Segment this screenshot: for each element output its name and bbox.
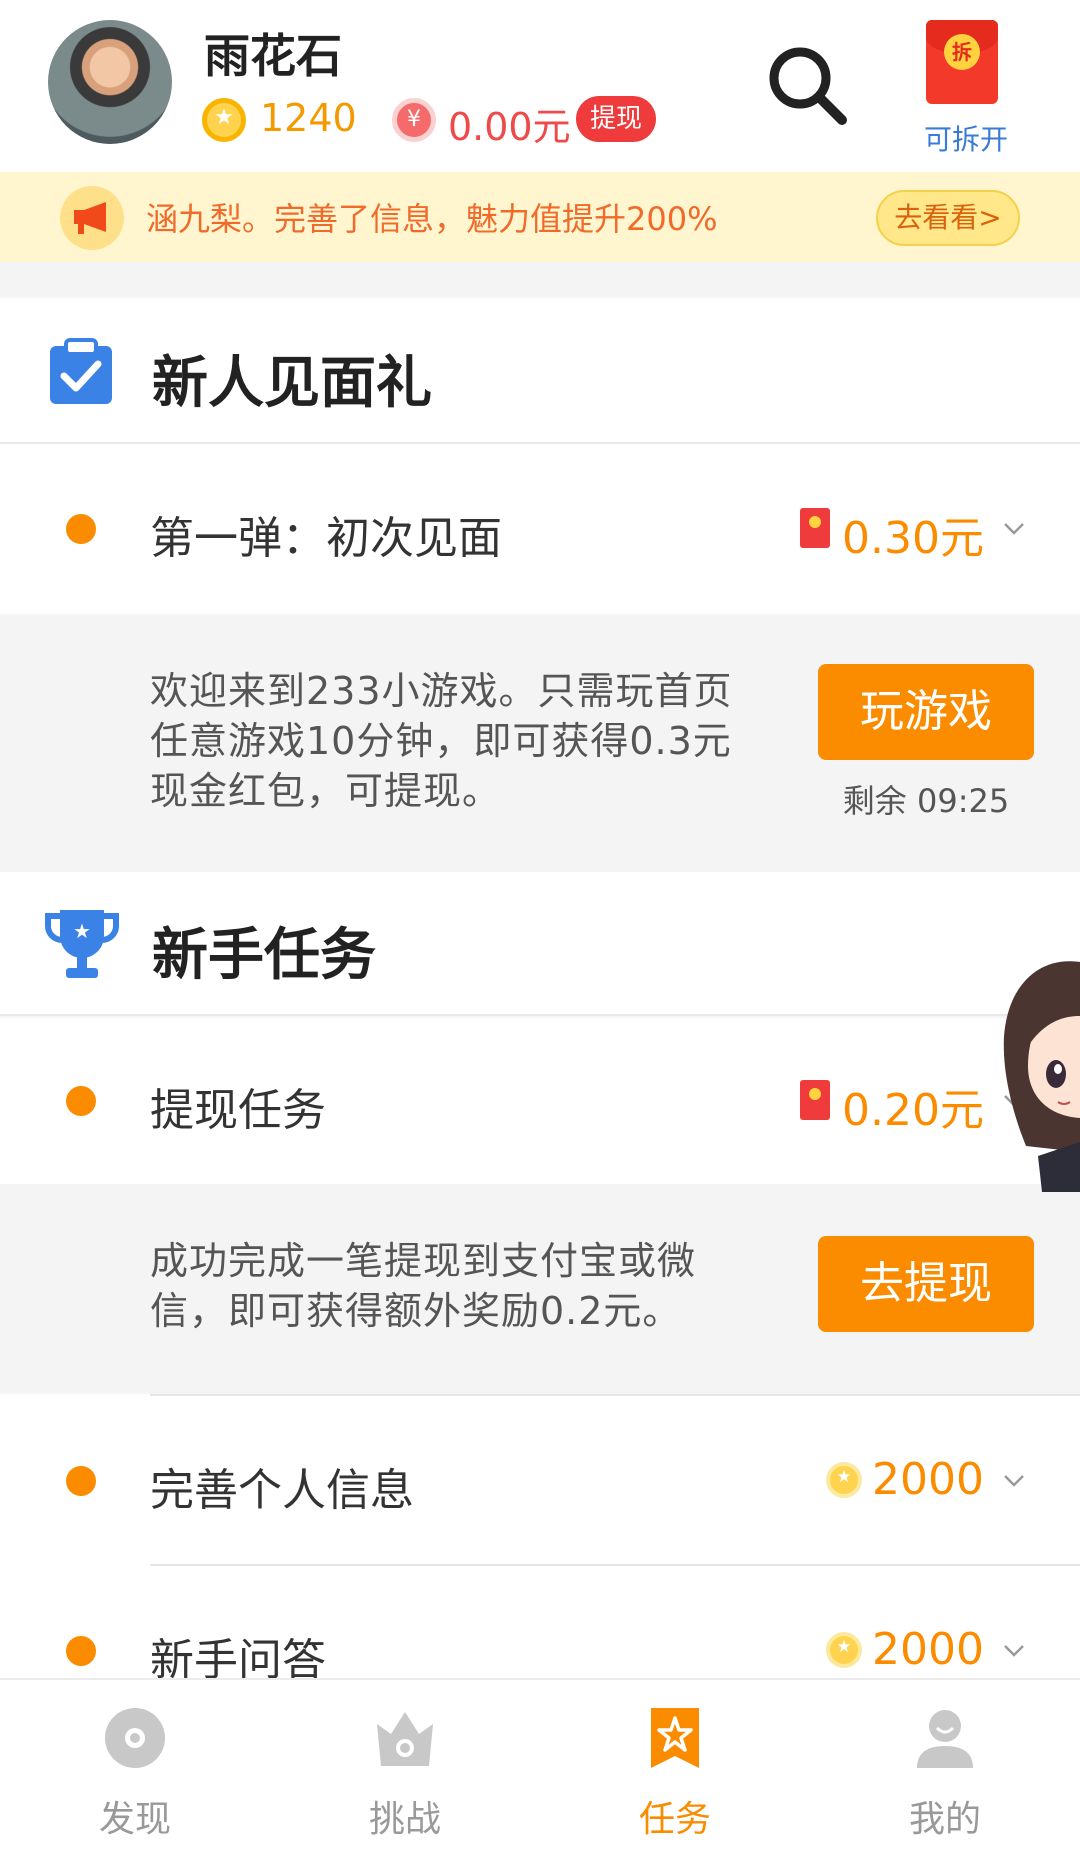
bullet-dot — [66, 514, 96, 544]
user-icon — [917, 1710, 973, 1768]
notice-text: 涵九梨。完善了信息，魅力值提升200% — [146, 200, 718, 238]
nav-tab-challenge[interactable]: 挑战 — [270, 1680, 540, 1858]
avatar[interactable] — [48, 20, 172, 144]
nav-label: 任务 — [638, 1799, 711, 1840]
coin-balance: 1240 — [260, 96, 357, 140]
task-detail-withdraw: 成功完成一笔提现到支付宝或微信，即可获得额外奖励0.2元。 去提现 — [0, 1184, 1080, 1394]
svg-text:★: ★ — [73, 919, 91, 943]
nav-tab-mine[interactable]: 我的 — [810, 1680, 1080, 1858]
nav-label: 挑战 — [368, 1799, 441, 1840]
task-reward: 2000 — [872, 1624, 984, 1675]
task-description: 欢迎来到233小游戏。只需玩首页任意游戏10分钟，即可获得0.3元现金红包，可提… — [150, 669, 733, 813]
task-reward: 0.30元 — [842, 513, 984, 564]
task-detail-first-meet: 欢迎来到233小游戏。只需玩首页任意游戏10分钟，即可获得0.3元现金红包，可提… — [0, 614, 1080, 870]
task-row-quiz[interactable]: 新手问答 2000 — [0, 1564, 1080, 1678]
section-header-newcomer-gift: 新人见面礼 — [0, 298, 1080, 444]
redpack-seal: 拆 — [944, 34, 980, 70]
chevron-down-icon[interactable] — [1002, 516, 1026, 540]
bullet-dot — [66, 1466, 96, 1496]
task-reward: 2000 — [872, 1454, 984, 1505]
task-row-first-meet[interactable]: 第一弹：初次见面 0.30元 — [0, 444, 1080, 614]
section-title: 新人见面礼 — [152, 351, 432, 416]
megaphone-icon — [60, 186, 124, 250]
task-name: 完善个人信息 — [150, 1465, 414, 1516]
coin-icon — [826, 1462, 862, 1498]
nav-tab-tasks[interactable]: 任务 — [540, 1680, 810, 1858]
section-header-newbie-tasks: ★ 新手任务 — [0, 872, 1080, 1016]
username: 雨花石 — [204, 29, 342, 83]
withdraw-button[interactable]: 提现 — [576, 96, 656, 142]
nav-tab-discover[interactable]: 发现 — [0, 1680, 270, 1858]
chevron-down-icon[interactable] — [1002, 1468, 1026, 1492]
bottom-navigation: 发现 挑战 任务 我的 — [0, 1678, 1080, 1858]
divider — [150, 1394, 1080, 1396]
red-envelope-icon — [800, 508, 830, 548]
red-envelope-icon[interactable]: 拆 — [926, 20, 998, 104]
nav-label: 发现 — [98, 1799, 171, 1840]
section-title: 新手任务 — [152, 923, 376, 988]
play-game-button[interactable]: 玩游戏 — [818, 664, 1034, 760]
countdown-timer: 剩余 09:25 — [842, 782, 1010, 820]
coin-icon — [202, 98, 246, 142]
task-star-icon — [651, 1708, 699, 1768]
nav-label: 我的 — [908, 1799, 981, 1840]
crown-icon — [377, 1712, 433, 1766]
red-envelope-icon — [800, 1080, 830, 1120]
divider — [150, 1564, 1080, 1566]
task-description: 成功完成一笔提现到支付宝或微信，即可获得额外奖励0.2元。 — [150, 1239, 697, 1333]
cash-balance: 0.00元 — [448, 105, 571, 149]
go-see-button[interactable]: 去看看> — [876, 190, 1020, 246]
task-reward: 0.20元 — [842, 1085, 984, 1136]
chevron-down-icon[interactable] — [1002, 1638, 1026, 1662]
task-row-withdraw[interactable]: 提现任务 0.20元 — [0, 1018, 1080, 1184]
task-name: 新手问答 — [150, 1635, 326, 1678]
coin-icon — [826, 1632, 862, 1668]
go-withdraw-button[interactable]: 去提现 — [818, 1236, 1034, 1332]
clipboard-check-icon — [50, 338, 112, 404]
redpack-label[interactable]: 可拆开 — [912, 118, 1020, 158]
disc-icon — [105, 1708, 165, 1768]
bullet-dot — [66, 1086, 96, 1116]
yuan-icon: ¥ — [392, 98, 436, 142]
profile-header: 雨花石 1240 ¥ 0.00元 提现 拆 可拆开 — [0, 0, 1080, 172]
task-row-profile[interactable]: 完善个人信息 2000 — [0, 1394, 1080, 1564]
notice-bar: 涵九梨。完善了信息，魅力值提升200% 去看看> — [0, 172, 1080, 262]
trophy-icon: ★ — [45, 910, 119, 978]
search-icon[interactable] — [762, 40, 852, 130]
task-name: 提现任务 — [150, 1085, 326, 1136]
mascot-character-image[interactable] — [998, 956, 1080, 1192]
task-name: 第一弹：初次见面 — [150, 513, 502, 564]
bullet-dot — [66, 1636, 96, 1666]
